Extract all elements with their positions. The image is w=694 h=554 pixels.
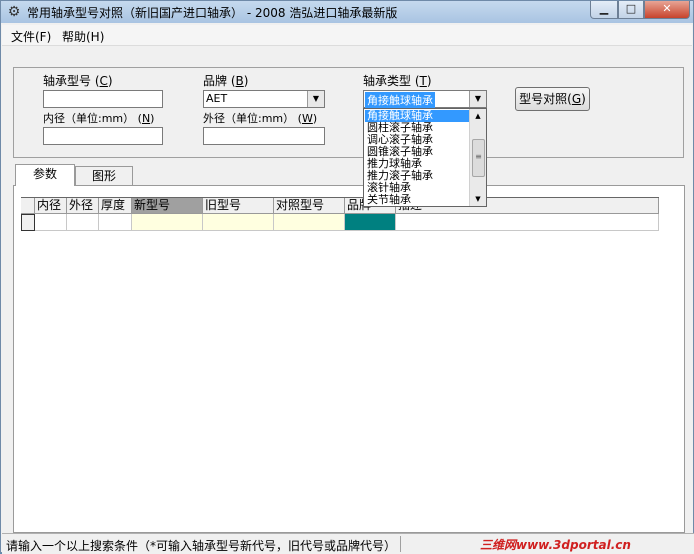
row-header-corner bbox=[21, 197, 35, 214]
tab-parameters[interactable]: 参数 bbox=[15, 164, 75, 186]
column-header[interactable]: 厚度 bbox=[99, 197, 132, 214]
bearing-type-select[interactable]: 角接触球轴承 ▼ bbox=[363, 90, 487, 108]
column-header[interactable]: 旧型号 bbox=[203, 197, 274, 214]
table-cell[interactable] bbox=[132, 214, 203, 231]
main-window: ⚙ 常用轴承型号对照（新旧国产进口轴承） - 2008 浩弘进口轴承最新版 ▁ … bbox=[0, 0, 694, 554]
compare-button[interactable]: 型号对照(G) bbox=[515, 87, 590, 111]
brand-select[interactable]: AET ▼ bbox=[203, 90, 325, 108]
menu-help[interactable]: 帮助(H) bbox=[62, 28, 104, 45]
watermark: 三维网www.3dportal.cn bbox=[480, 538, 631, 552]
chevron-down-icon[interactable]: ▼ bbox=[307, 91, 324, 107]
bearing-type-label: 轴承类型 (T) bbox=[363, 74, 432, 88]
brand-value: AET bbox=[206, 92, 228, 105]
table-cell[interactable] bbox=[345, 214, 396, 231]
bearing-model-input[interactable] bbox=[43, 90, 163, 108]
bearing-model-label: 轴承型号 (C) bbox=[43, 74, 113, 88]
tab-panel bbox=[13, 185, 685, 533]
table-cell[interactable] bbox=[99, 214, 132, 231]
tab-graphics[interactable]: 图形 bbox=[75, 166, 133, 186]
row-selector[interactable] bbox=[21, 214, 35, 231]
maximize-button[interactable]: □ bbox=[618, 1, 644, 19]
status-divider bbox=[400, 536, 401, 552]
dropdown-scrollbar[interactable]: ▲ ≡ ▼ bbox=[469, 109, 486, 206]
bearing-type-value: 角接触球轴承 bbox=[365, 92, 435, 108]
column-header[interactable]: 新型号 bbox=[132, 197, 203, 214]
chevron-down-icon[interactable]: ▼ bbox=[469, 91, 486, 107]
table-cell[interactable] bbox=[274, 214, 345, 231]
scroll-up-icon[interactable]: ▲ bbox=[470, 109, 486, 123]
status-message: 请输入一个以上搜索条件（*可输入轴承型号新代号，旧代号或品牌代号） bbox=[6, 539, 397, 553]
brand-label: 品牌 (B) bbox=[203, 74, 249, 88]
table-cell[interactable] bbox=[203, 214, 274, 231]
menu-file[interactable]: 文件(F) bbox=[11, 28, 51, 45]
title-bar[interactable]: ⚙ 常用轴承型号对照（新旧国产进口轴承） - 2008 浩弘进口轴承最新版 ▁ … bbox=[1, 1, 693, 23]
dropdown-option[interactable]: 关节轴承 bbox=[365, 194, 471, 206]
window-title: 常用轴承型号对照（新旧国产进口轴承） - 2008 浩弘进口轴承最新版 bbox=[27, 6, 398, 20]
column-header[interactable]: 内径 bbox=[35, 197, 67, 214]
scroll-thumb[interactable]: ≡ bbox=[472, 139, 485, 177]
bearing-type-dropdown[interactable]: 角接触球轴承 圆柱滚子轴承 调心滚子轴承 圆锥滚子轴承 推力球轴承 推力滚子轴承… bbox=[363, 108, 487, 207]
column-header[interactable]: 外径 bbox=[67, 197, 99, 214]
inner-diameter-input[interactable] bbox=[43, 127, 163, 145]
gear-icon[interactable]: ⚙ bbox=[6, 4, 22, 20]
outer-diameter-label: 外径（单位:mm） (W) bbox=[203, 112, 318, 125]
table-cell[interactable] bbox=[67, 214, 99, 231]
table-top-border bbox=[21, 197, 659, 198]
scroll-down-icon[interactable]: ▼ bbox=[470, 192, 486, 206]
table-cell[interactable] bbox=[396, 214, 659, 231]
minimize-button[interactable]: ▁ bbox=[590, 1, 618, 19]
column-header[interactable]: 对照型号 bbox=[274, 197, 345, 214]
table-cell[interactable] bbox=[35, 214, 67, 231]
close-button[interactable]: ✕ bbox=[644, 1, 690, 19]
outer-diameter-input[interactable] bbox=[203, 127, 325, 145]
menu-bar: 文件(F) 帮助(H) bbox=[2, 25, 692, 46]
results-table: 内径 外径 厚度 新型号 旧型号 对照型号 品牌 描述 bbox=[21, 197, 659, 231]
inner-diameter-label: 内径（单位:mm） (N) bbox=[43, 112, 155, 125]
status-bar: 请输入一个以上搜索条件（*可输入轴承型号新代号，旧代号或品牌代号） 三维网www… bbox=[2, 533, 694, 554]
